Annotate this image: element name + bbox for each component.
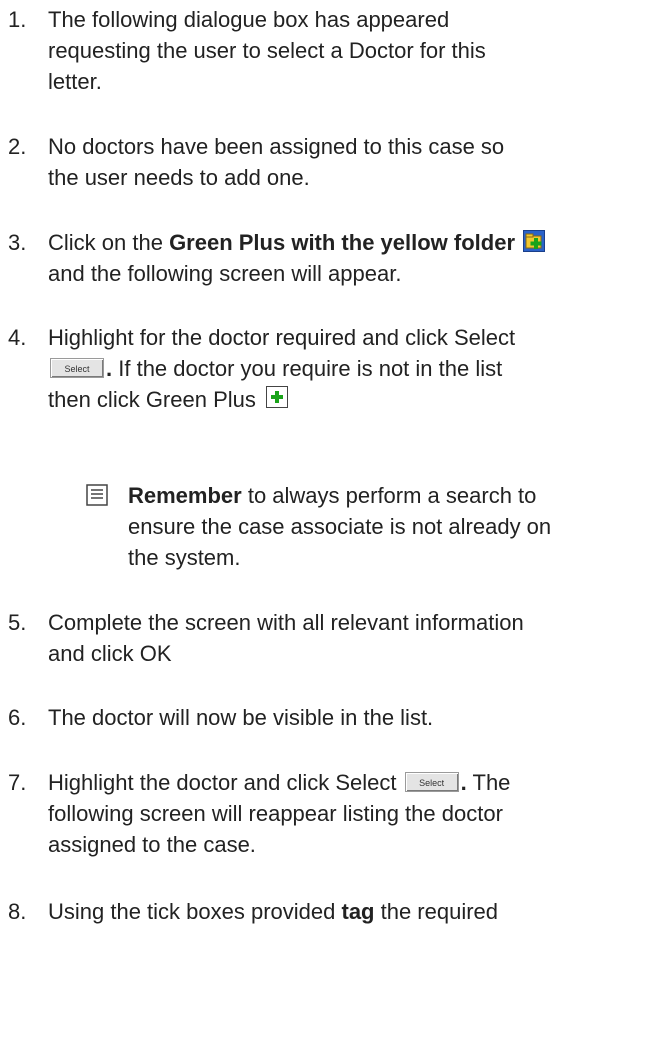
step-text-line3: then click Green Plus [48, 387, 256, 412]
step-text-bold: Green Plus with the yellow folder [169, 230, 516, 255]
step-number: 4. [8, 325, 27, 350]
step-text-after: If the doctor you require is not in the … [118, 356, 503, 381]
step-number: 5. [8, 610, 27, 635]
step-text-after: The [472, 770, 511, 795]
step-line: requesting the user to select a Doctor f… [48, 38, 486, 63]
step-number: 2. [8, 134, 27, 159]
step-text-pre: Using the tick boxes provided [48, 899, 342, 924]
step-line: assigned to the case. [48, 832, 256, 857]
step-number: 1. [8, 7, 27, 32]
step-text-bold: tag [341, 899, 375, 924]
step-text-post: the required [374, 899, 499, 924]
green-plus-yellow-folder-icon [523, 230, 546, 253]
step-line: Highlight for the doctor required and cl… [48, 325, 516, 350]
step-text: Highlight the doctor and click Select Se… [48, 767, 649, 860]
step-text: Using the tick boxes provided tag the re… [48, 896, 649, 927]
step-line: Click on the Green Plus with the yellow … [48, 227, 649, 258]
step-line: Complete the screen with all relevant in… [48, 610, 524, 635]
step-line: then click Green Plus [48, 384, 649, 415]
step-text: Click on the Green Plus with the yellow … [48, 227, 649, 289]
step-text-pre: Click on the [48, 230, 170, 255]
step-line: The following dialogue box has appeared [48, 7, 450, 32]
step-number: 6. [8, 705, 27, 730]
step-line: No doctors have been assigned to this ca… [48, 134, 505, 159]
step-line: The doctor will now be visible in the li… [48, 705, 434, 730]
step-text: The doctor will now be visible in the li… [48, 702, 649, 733]
note-bold: Remember [128, 483, 242, 508]
step-line: Using the tick boxes provided tag the re… [48, 896, 649, 927]
step-line: letter. [48, 69, 102, 94]
step-number: 8. [8, 899, 27, 924]
select-button-image: Select [50, 358, 104, 379]
step-text: Highlight for the doctor required and cl… [48, 322, 649, 415]
step-text: The following dialogue box has appeared … [48, 4, 649, 97]
note-line: Remember to always perform a search to [128, 480, 642, 511]
step-line: and click OK [48, 641, 172, 666]
step-text-pre: Highlight the doctor and click Select [48, 770, 397, 795]
select-button-image: Select [404, 772, 459, 793]
note-text: Remember to always perform a search to e… [128, 480, 642, 573]
step-line: following screen will reappear listing t… [48, 801, 503, 826]
step-line: the user needs to add one. [48, 165, 310, 190]
note-line: ensure the case associate is not already… [128, 514, 552, 539]
step-number: 7. [8, 770, 27, 795]
step-text: No doctors have been assigned to this ca… [48, 131, 649, 193]
green-plus-icon [266, 386, 288, 409]
step-line: Highlight the doctor and click Select Se… [48, 770, 511, 795]
note-line: the system. [128, 545, 241, 570]
step-line: Select. If the doctor you require is not… [48, 353, 649, 384]
note-icon [86, 484, 108, 506]
step-line: and the following screen will appear. [48, 261, 402, 286]
step-number: 3. [8, 230, 27, 255]
step-text: Complete the screen with all relevant in… [48, 607, 649, 669]
note-rest: to always perform a search to [241, 483, 537, 508]
